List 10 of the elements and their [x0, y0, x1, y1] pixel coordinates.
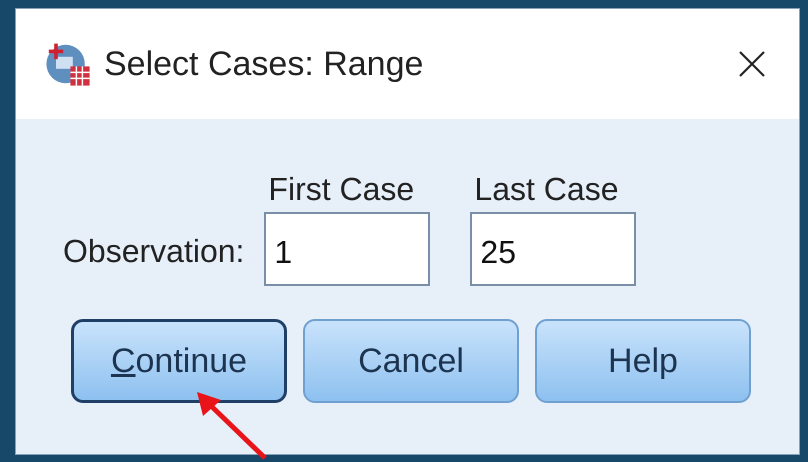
column-heading: Last Case — [473, 171, 620, 208]
window-title: Select Cases: Range — [104, 44, 424, 84]
dialog-button[interactable]: Help — [535, 319, 751, 403]
field-label: Observation: — [63, 233, 244, 270]
dialog-button[interactable]: Continue — [71, 319, 287, 403]
dialog-button[interactable]: Cancel — [303, 319, 519, 403]
column-heading: First Case — [267, 171, 416, 208]
close-icon — [737, 49, 767, 79]
input-field[interactable]: 25 — [470, 212, 636, 286]
input-field[interactable]: 1 — [264, 212, 430, 286]
